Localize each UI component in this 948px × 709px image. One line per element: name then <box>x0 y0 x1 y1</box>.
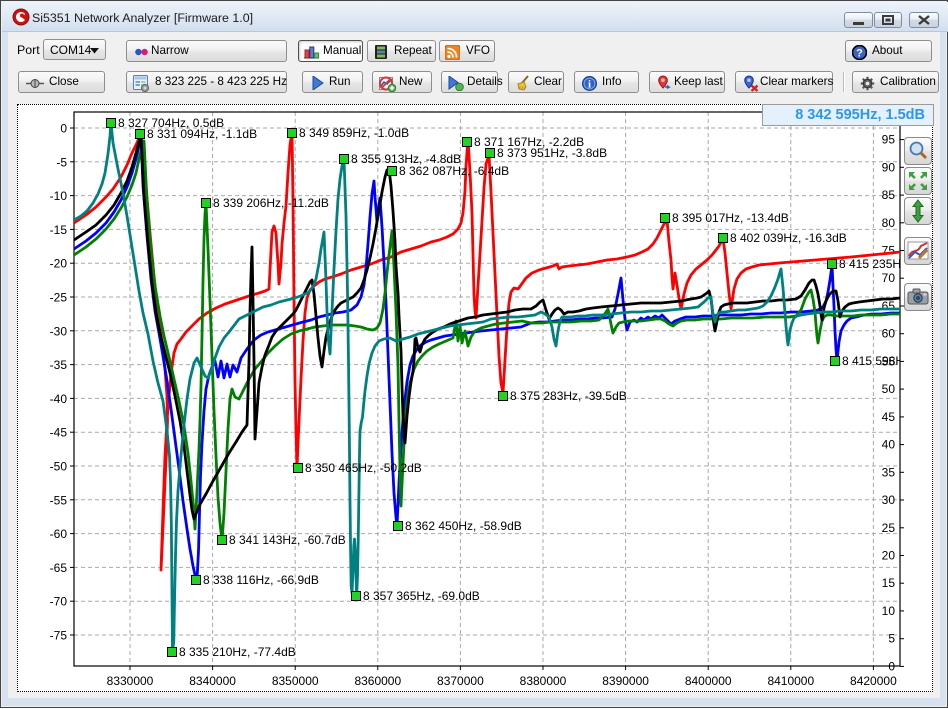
svg-text:8 362 087Hz, -6.4dB: 8 362 087Hz, -6.4dB <box>399 164 509 178</box>
svg-text:8 402 039Hz, -16.3dB: 8 402 039Hz, -16.3dB <box>730 231 847 245</box>
svg-text:8370000: 8370000 <box>437 674 484 688</box>
svg-text:8420000: 8420000 <box>850 674 897 688</box>
svg-text:8 357 365Hz, -69.0dB: 8 357 365Hz, -69.0dB <box>363 589 480 603</box>
svg-text:8 331 094Hz, -1.1dB: 8 331 094Hz, -1.1dB <box>147 127 257 141</box>
svg-text:8390000: 8390000 <box>602 674 649 688</box>
svg-text:25: 25 <box>882 521 896 535</box>
svg-text:35: 35 <box>882 465 896 479</box>
svg-text:8 350 465Hz, -50.2dB: 8 350 465Hz, -50.2dB <box>305 461 422 475</box>
svg-text:85: 85 <box>882 188 896 202</box>
svg-text:8 373 951Hz, -3.8dB: 8 373 951Hz, -3.8dB <box>497 146 607 160</box>
svg-text:8330000: 8330000 <box>107 674 154 688</box>
svg-text:8 415 598Hz, -34.4dB: 8 415 598Hz, -34.4dB <box>842 354 948 368</box>
svg-text:90: 90 <box>882 160 896 174</box>
svg-text:70: 70 <box>882 271 896 285</box>
svg-text:-30: -30 <box>50 324 68 338</box>
svg-text:-35: -35 <box>50 358 68 372</box>
svg-text:-5: -5 <box>56 155 67 169</box>
svg-text:8380000: 8380000 <box>520 674 567 688</box>
svg-text:15: 15 <box>882 576 896 590</box>
svg-text:-45: -45 <box>50 426 68 440</box>
svg-text:8 338 116Hz, -66.9dB: 8 338 116Hz, -66.9dB <box>203 573 319 587</box>
svg-text:95: 95 <box>882 133 896 147</box>
svg-text:0: 0 <box>60 122 67 136</box>
svg-text:8 375 283Hz, -39.5dB: 8 375 283Hz, -39.5dB <box>510 389 627 403</box>
svg-text:20: 20 <box>882 549 896 563</box>
svg-text:-40: -40 <box>50 392 68 406</box>
svg-text:-70: -70 <box>50 595 68 609</box>
svg-text:-50: -50 <box>50 460 68 474</box>
svg-text:-10: -10 <box>50 189 68 203</box>
svg-text:-75: -75 <box>50 629 68 643</box>
svg-text:-65: -65 <box>50 561 68 575</box>
svg-text:8350000: 8350000 <box>272 674 319 688</box>
svg-text:-15: -15 <box>50 223 68 237</box>
svg-text:8 362 450Hz, -58.9dB: 8 362 450Hz, -58.9dB <box>405 519 522 533</box>
svg-text:-25: -25 <box>50 291 68 305</box>
svg-text:65: 65 <box>882 299 896 313</box>
svg-text:50: 50 <box>882 382 896 396</box>
svg-text:-55: -55 <box>50 493 68 507</box>
svg-text:-60: -60 <box>50 527 68 541</box>
svg-text:80: 80 <box>882 216 896 230</box>
svg-text:60: 60 <box>882 327 896 341</box>
svg-text:8400000: 8400000 <box>685 674 732 688</box>
svg-text:8 395 017Hz, -13.4dB: 8 395 017Hz, -13.4dB <box>672 211 789 225</box>
svg-text:8410000: 8410000 <box>767 674 814 688</box>
svg-text:-20: -20 <box>50 257 68 271</box>
svg-text:8 339 206Hz, -11.2dB: 8 339 206Hz, -11.2dB <box>213 196 329 210</box>
svg-text:45: 45 <box>882 410 896 424</box>
svg-text:30: 30 <box>882 493 896 507</box>
svg-text:8 341 143Hz, -60.7dB: 8 341 143Hz, -60.7dB <box>229 533 346 547</box>
svg-text:40: 40 <box>882 438 896 452</box>
svg-text:8360000: 8360000 <box>354 674 401 688</box>
svg-text:8 349 859Hz, -1.0dB: 8 349 859Hz, -1.0dB <box>299 126 409 140</box>
svg-text:10: 10 <box>882 604 896 618</box>
svg-text:5: 5 <box>888 632 895 646</box>
svg-text:8 335 210Hz, -77.4dB: 8 335 210Hz, -77.4dB <box>179 645 296 659</box>
svg-text:75: 75 <box>882 244 896 258</box>
svg-text:8340000: 8340000 <box>189 674 236 688</box>
